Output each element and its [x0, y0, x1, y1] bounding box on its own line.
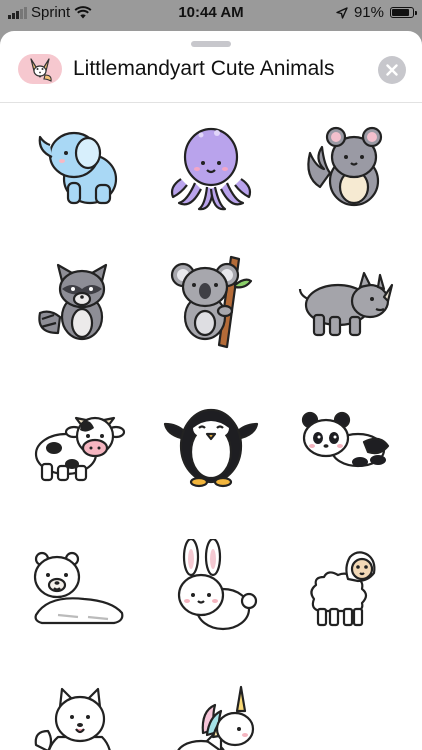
panda-sticker[interactable] [294, 394, 394, 494]
penguin-sticker[interactable] [161, 394, 261, 494]
polar-bear-sticker[interactable] [28, 539, 128, 639]
close-icon [386, 64, 398, 76]
cow-sticker[interactable] [28, 394, 128, 494]
bunny-sticker[interactable] [161, 537, 261, 639]
koala-sticker[interactable] [161, 251, 261, 351]
location-arrow-icon [336, 6, 348, 19]
chinchilla-sticker[interactable] [294, 117, 394, 217]
sheet-header: Littlemandyart Cute Animals [0, 47, 422, 103]
sheet-title: Littlemandyart Cute Animals [73, 57, 335, 80]
unicorn-sticker[interactable] [161, 681, 261, 750]
rhino-sticker[interactable] [294, 251, 394, 351]
status-right: 91% [336, 4, 417, 21]
elephant-sticker[interactable] [28, 117, 128, 217]
samoyed-sticker[interactable] [28, 681, 128, 750]
alpaca-sticker[interactable] [294, 539, 394, 639]
fox-sticker-icon[interactable] [18, 54, 62, 84]
battery-percent: 91% [353, 4, 384, 21]
octopus-sticker[interactable] [161, 117, 261, 217]
battery-icon [390, 7, 417, 18]
raccoon-sticker[interactable] [28, 251, 128, 351]
close-button[interactable] [378, 56, 406, 84]
sticker-sheet: Littlemandyart Cute Animals [0, 31, 422, 750]
status-bar: Sprint 10:44 AM 91% [0, 0, 422, 26]
